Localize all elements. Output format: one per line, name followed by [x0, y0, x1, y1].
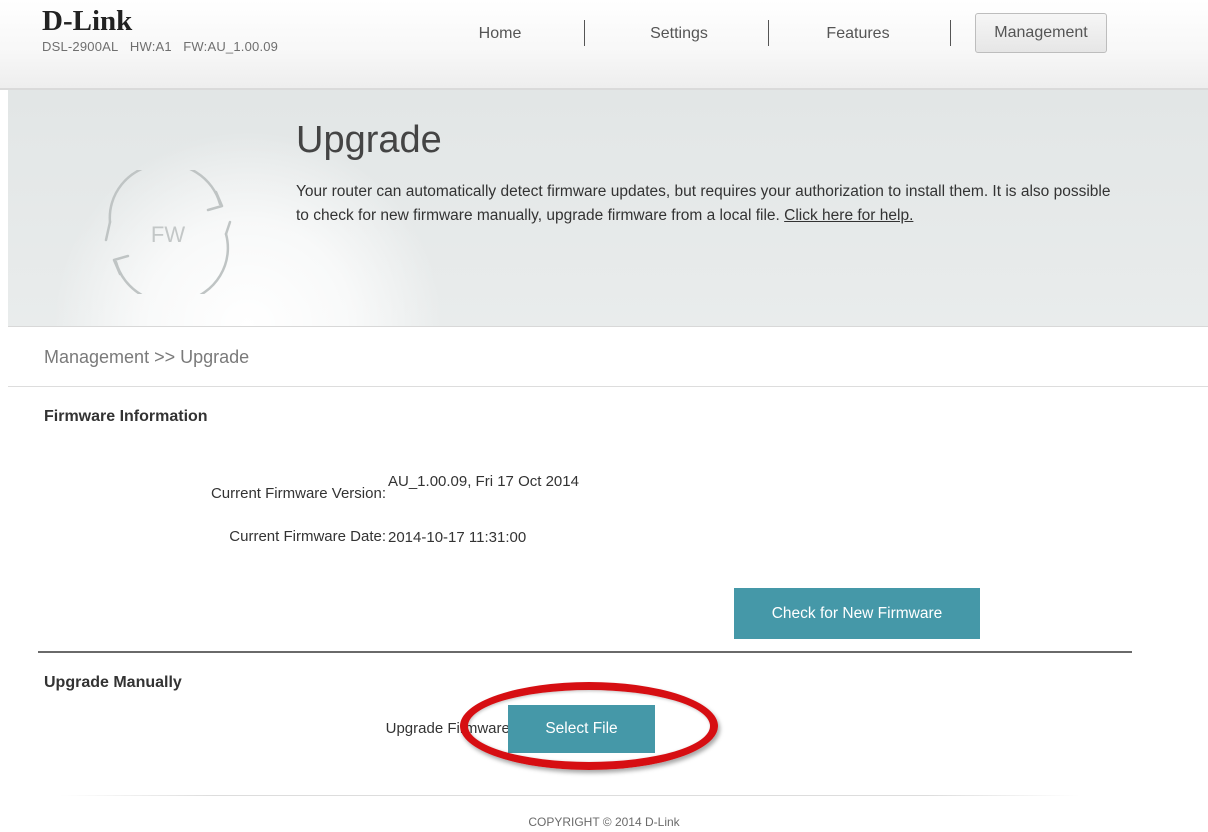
current-date-label: Current Firmware Date:: [229, 528, 386, 545]
firmware-info-heading: Firmware Information: [44, 408, 208, 425]
top-header: D-Link DSL-2900AL HW:A1 FW:AU_1.00.09 Ho…: [0, 0, 1208, 90]
nav-features[interactable]: Features: [812, 22, 904, 46]
model-name: DSL-2900AL: [42, 39, 119, 54]
fw-icon-label: FW: [151, 222, 185, 247]
current-date-value: 2014-10-17 11:31:00: [388, 529, 527, 546]
page-banner: FW Upgrade Your router can automatically…: [8, 90, 1208, 327]
description-text: Your router can automatically detect fir…: [296, 183, 1111, 224]
nav-settings[interactable]: Settings: [634, 22, 724, 46]
nav-divider: [584, 20, 585, 46]
page-title: Upgrade: [296, 119, 442, 161]
dlink-logo[interactable]: D-Link: [42, 6, 132, 36]
breadcrumb-divider: [8, 386, 1208, 387]
nav-divider: [768, 20, 769, 46]
nav-divider: [950, 20, 951, 46]
upgrade-firmware-label: Upgrade Firmware:: [385, 720, 514, 737]
breadcrumb: Management >> Upgrade: [44, 347, 250, 367]
page-description: Your router can automatically detect fir…: [296, 180, 1126, 228]
section-divider: [38, 651, 1132, 653]
help-link[interactable]: Click here for help.: [784, 207, 913, 224]
device-info: DSL-2900AL HW:A1 FW:AU_1.00.09: [42, 39, 278, 54]
copyright-text: COPYRIGHT © 2014 D-Link: [528, 815, 680, 829]
select-file-button[interactable]: Select File: [508, 705, 655, 753]
upgrade-manually-heading: Upgrade Manually: [44, 674, 182, 691]
current-version-label: Current Firmware Version:: [210, 485, 386, 502]
nav-home[interactable]: Home: [460, 22, 540, 46]
firmware-version: FW:AU_1.00.09: [183, 39, 279, 54]
current-version-value: AU_1.00.09, Fri 17 Oct 2014: [388, 473, 579, 490]
router-admin-page: D-Link DSL-2900AL HW:A1 FW:AU_1.00.09 Ho…: [0, 0, 1208, 832]
footer-divider: [60, 795, 1080, 796]
firmware-refresh-icon: FW: [104, 170, 232, 294]
check-new-firmware-button[interactable]: Check for New Firmware: [734, 588, 980, 639]
hardware-version: HW:A1: [129, 39, 172, 54]
nav-management[interactable]: Management: [975, 13, 1107, 53]
